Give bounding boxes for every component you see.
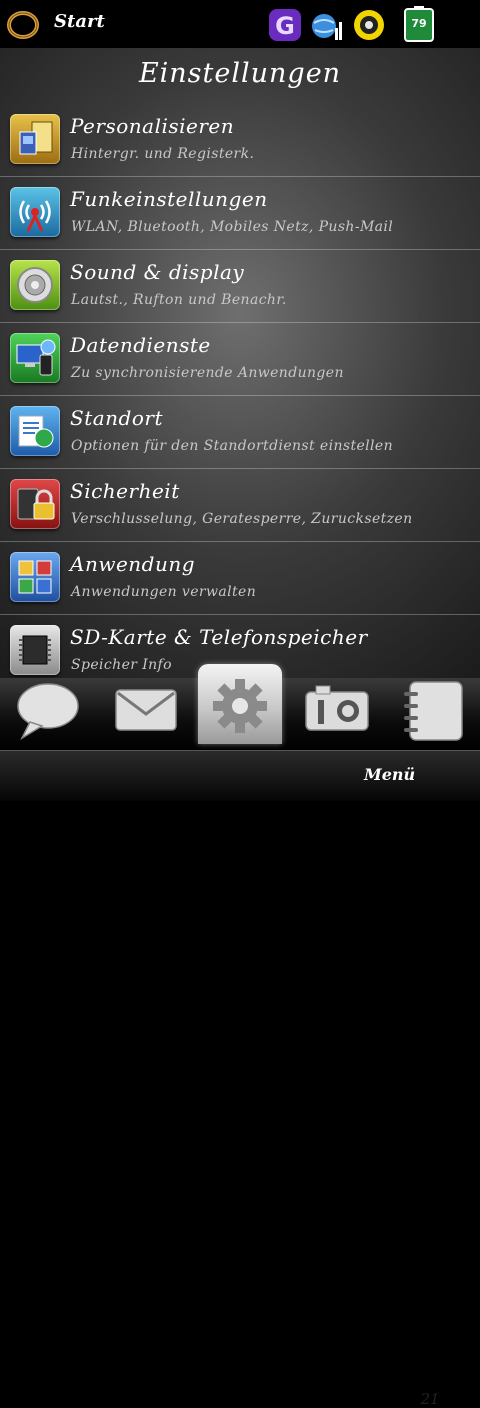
memory-chip-icon — [10, 625, 60, 675]
item-subtitle: Verschlusselung, Geratesperre, Zuruckset… — [71, 511, 413, 527]
svg-text:G: G — [275, 12, 295, 40]
battery-level: 79 — [411, 17, 427, 30]
camera-icon[interactable] — [298, 678, 378, 750]
item-title: SD-Karte & Telefonspeicher — [70, 625, 368, 649]
item-title: Standort — [70, 406, 163, 430]
calendar-day: 21 — [420, 1390, 440, 1408]
settings-panel: Einstellungen Personalisieren Hintergr. … — [0, 48, 480, 678]
g-app-icon[interactable]: G — [268, 8, 302, 42]
item-subtitle: Hintergr. und Registerk. — [71, 146, 255, 162]
bottom-softkey-bar: Menü — [0, 750, 480, 801]
item-title: Personalisieren — [70, 114, 235, 138]
item-title: Datendienste — [70, 333, 211, 357]
calendar-icon[interactable] — [400, 678, 470, 750]
list-item-standort[interactable]: Standort Optionen für den Standortdienst… — [0, 396, 480, 469]
item-subtitle: Optionen für den Standortdienst einstell… — [71, 438, 394, 454]
list-item-funkeinstellungen[interactable]: Funkeinstellungen WLAN, Bluetooth, Mobil… — [0, 177, 480, 250]
app-dock: 21 — [0, 664, 480, 1408]
settings-icon[interactable] — [198, 664, 282, 744]
location-icon — [10, 406, 60, 456]
list-item-datendienste[interactable]: Datendienste Zu synchronisierende Anwend… — [0, 323, 480, 396]
lock-icon — [10, 479, 60, 529]
messaging-icon[interactable] — [10, 678, 86, 750]
item-title: Funkeinstellungen — [70, 187, 268, 211]
item-subtitle: Anwendungen verwalten — [71, 584, 257, 600]
list-item-anwendung[interactable]: Anwendung Anwendungen verwalten — [0, 542, 480, 615]
item-title: Anwendung — [70, 552, 196, 576]
menu-button[interactable]: Menü — [364, 765, 415, 784]
item-subtitle: Zu synchronisierende Anwendungen — [71, 365, 344, 381]
list-item-sound-display[interactable]: Sound & display Lautst., Rufton und Bena… — [0, 250, 480, 323]
status-bar: Start G 79 — [0, 0, 480, 48]
start-logo-icon[interactable] — [6, 8, 40, 42]
settings-list: Personalisieren Hintergr. und Registerk.… — [0, 104, 480, 678]
personalize-icon — [10, 114, 60, 164]
list-item-personalisieren[interactable]: Personalisieren Hintergr. und Registerk. — [0, 104, 480, 177]
item-subtitle: Speicher Info — [71, 657, 172, 673]
start-label[interactable]: Start — [54, 11, 105, 32]
item-subtitle: Lautst., Rufton und Benachr. — [71, 292, 287, 308]
item-title: Sicherheit — [70, 479, 180, 503]
page-title: Einstellungen — [138, 58, 342, 89]
item-subtitle: WLAN, Bluetooth, Mobiles Netz, Push-Mail — [71, 219, 394, 235]
speaker-icon — [10, 260, 60, 310]
email-icon[interactable] — [106, 678, 186, 750]
wireless-icon — [10, 187, 60, 237]
apps-icon — [10, 552, 60, 602]
item-title: Sound & display — [70, 260, 245, 284]
globe-signal-icon[interactable] — [310, 8, 344, 42]
sync-icon — [10, 333, 60, 383]
list-item-sicherheit[interactable]: Sicherheit Verschlusselung, Geratesperre… — [0, 469, 480, 542]
speaker-icon[interactable] — [352, 8, 386, 42]
